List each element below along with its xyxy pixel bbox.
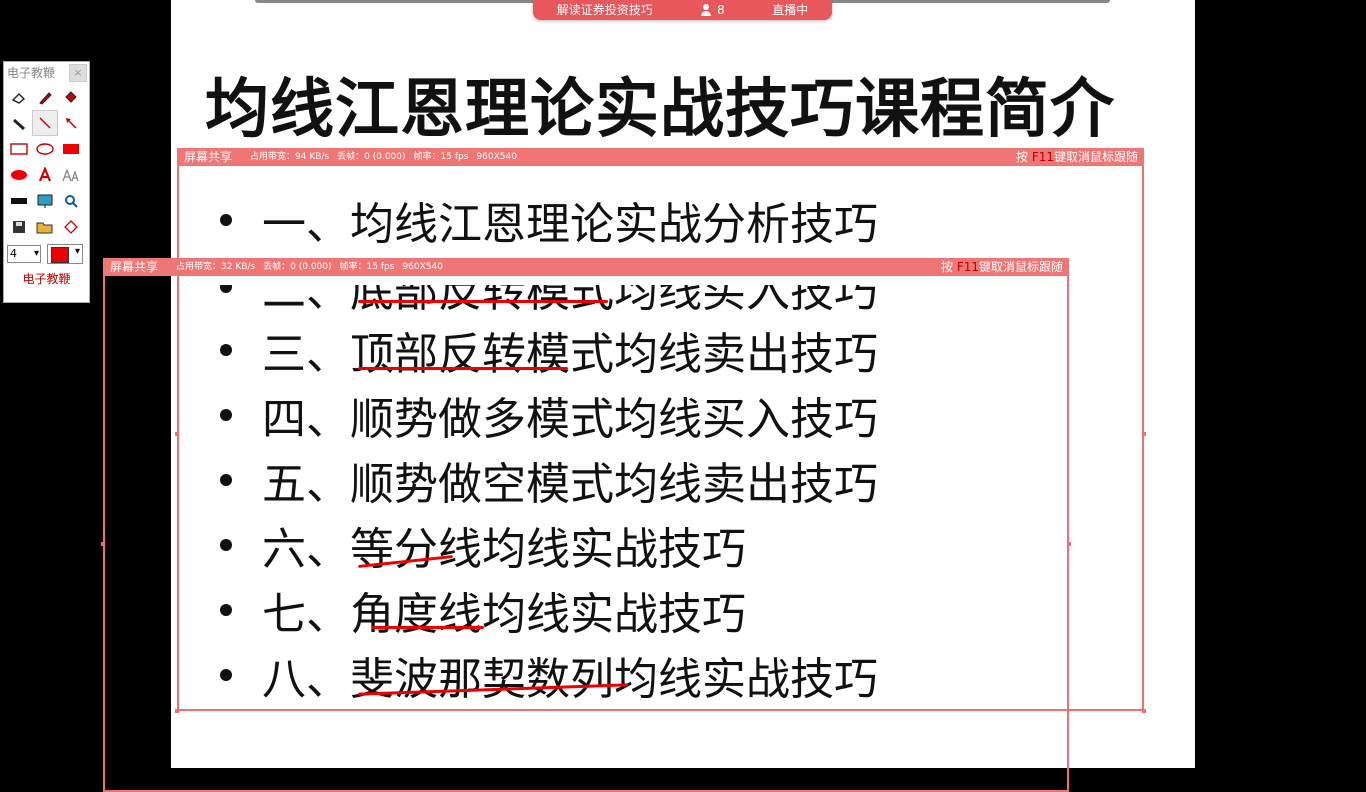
- live-title: 解读证券投资技巧: [556, 3, 653, 17]
- person-icon: [700, 4, 712, 16]
- viewer-count-value: 8: [717, 3, 725, 17]
- zoom-icon[interactable]: [58, 188, 84, 214]
- dropped-frames: 丢帧：0 (0.000): [263, 262, 332, 272]
- pen-color-select[interactable]: [47, 244, 83, 264]
- text-icon[interactable]: [32, 162, 58, 188]
- toolbox-title-text: 电子教鞭: [7, 66, 56, 80]
- marker-icon[interactable]: [6, 110, 32, 136]
- black-bar-icon[interactable]: [6, 188, 32, 214]
- tool-grid: [6, 84, 89, 240]
- live-status: 直播中: [772, 3, 809, 17]
- save-icon[interactable]: [6, 214, 32, 240]
- bandwidth: 占用带宽：32 KB/s: [176, 262, 256, 272]
- frame-rate: 帧率：15 fps: [413, 152, 469, 162]
- diamond-icon[interactable]: [58, 214, 84, 240]
- resolution: 960X540: [476, 152, 517, 162]
- ellipse-icon[interactable]: [32, 136, 58, 162]
- arrow-icon[interactable]: [58, 110, 84, 136]
- live-status-bar[interactable]: 解读证券投资技巧 8 直播中: [533, 0, 832, 20]
- screen-share-frame-inner[interactable]: 屏幕共享 占用带宽：32 KB/s 丢帧：0 (0.000) 帧率：15 fps…: [101, 258, 1071, 792]
- slide-title: 均线江恩理论实战技巧课程简介: [205, 72, 1115, 147]
- filled-ellipse-icon[interactable]: [6, 162, 32, 188]
- toolbox-caption: 电子教鞭: [22, 272, 71, 286]
- resize-handle[interactable]: [1142, 709, 1146, 713]
- pen-icon[interactable]: [32, 84, 58, 110]
- color-swatch: [51, 247, 69, 263]
- eraser-icon[interactable]: [6, 84, 32, 110]
- line-icon[interactable]: [32, 110, 58, 136]
- pen-size-select[interactable]: 4: [7, 245, 41, 263]
- toolbox-title: 电子教鞭 ×: [4, 62, 89, 84]
- resize-handle[interactable]: [101, 542, 105, 546]
- filled-rectangle-icon[interactable]: [58, 136, 84, 162]
- screen-icon[interactable]: [32, 188, 58, 214]
- dropped-frames: 丢帧：0 (0.000): [337, 152, 406, 162]
- fill-icon[interactable]: [58, 84, 84, 110]
- share-label: 屏幕共享: [110, 260, 159, 274]
- resize-handle[interactable]: [1142, 432, 1146, 436]
- open-icon[interactable]: [32, 214, 58, 240]
- share-info-bar: 屏幕共享 占用带宽：94 KB/s 丢帧：0 (0.000) 帧率：15 fps…: [177, 148, 1144, 166]
- close-icon[interactable]: ×: [69, 64, 87, 82]
- toolbox-options: 4: [7, 244, 89, 264]
- share-label: 屏幕共享: [184, 150, 233, 164]
- mouse-follow-hint: 按 F11键取消鼠标跟随: [940, 260, 1063, 274]
- rectangle-icon[interactable]: [6, 136, 32, 162]
- resolution: 960X540: [402, 262, 443, 272]
- bandwidth: 占用带宽：94 KB/s: [250, 152, 330, 162]
- frame-rate: 帧率：15 fps: [339, 262, 395, 272]
- font-size-icon[interactable]: [58, 162, 84, 188]
- mouse-follow-hint: 按 F11键取消鼠标跟随: [1015, 150, 1138, 164]
- resize-handle[interactable]: [1067, 542, 1071, 546]
- pointer-toolbox: 电子教鞭 × 4 电子教鞭: [3, 61, 90, 303]
- viewer-count: 8: [700, 1, 725, 19]
- share-info-bar: 屏幕共享 占用带宽：32 KB/s 丢帧：0 (0.000) 帧率：15 fps…: [103, 258, 1069, 276]
